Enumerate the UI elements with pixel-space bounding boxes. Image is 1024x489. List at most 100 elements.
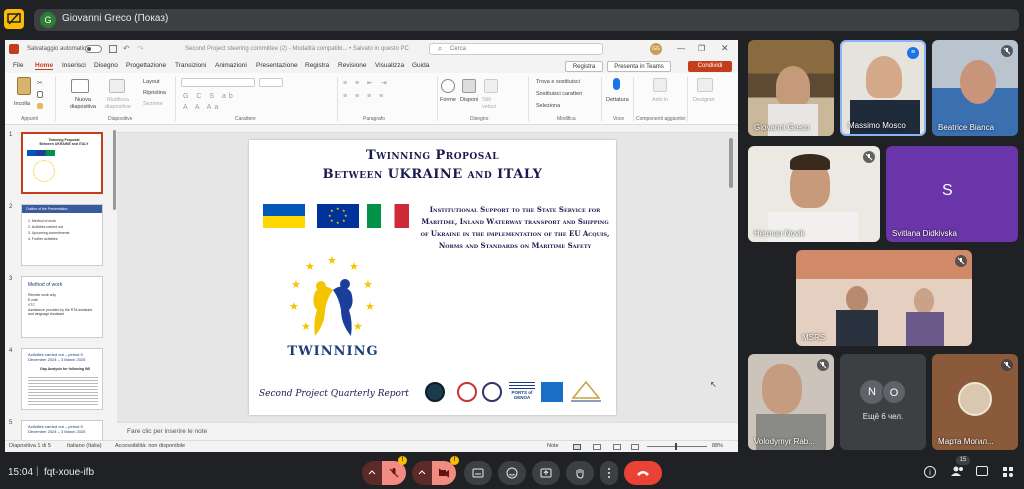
more-participants-tile[interactable]: N O Ещё 6 чел.	[840, 354, 926, 450]
undo-icon[interactable]: ↶	[123, 44, 130, 53]
group-addins: Componenti aggiuntivi	[636, 116, 686, 122]
participant-name: Марта Могил...	[938, 437, 994, 446]
slide-thumbnail-3[interactable]: Method of work Remote work only E-mail V…	[21, 276, 103, 338]
layout-button[interactable]: Layout	[143, 79, 160, 85]
notes-toggle[interactable]: Note	[547, 443, 559, 449]
slide-thumbnail-1[interactable]: Twinning Proposal Between UKRAINE and IT…	[21, 132, 103, 194]
tab-design[interactable]: Progettazione	[126, 62, 166, 69]
user-avatar[interactable]: GG	[650, 43, 662, 55]
font-color-icons[interactable]: A A Aa	[183, 104, 221, 111]
record-button[interactable]: Registra	[565, 61, 603, 72]
slide-thumbnail-4[interactable]: Activities carried out – period 9 Decemb…	[21, 348, 103, 410]
shapes-icon[interactable]	[441, 79, 455, 93]
tab-draw[interactable]: Disegno	[94, 62, 118, 69]
minimize-icon[interactable]: —	[677, 44, 685, 53]
font-style-icons[interactable]: G C S ab	[183, 93, 236, 100]
view-sorter-icon[interactable]	[593, 444, 601, 450]
save-icon[interactable]	[109, 45, 117, 53]
slide-thumbnail-2[interactable]: Outline of the Presentation 1. Method of…	[21, 204, 103, 266]
arrange-icon[interactable]	[462, 79, 476, 93]
tab-record[interactable]: Registra	[305, 62, 329, 69]
mic-options-button[interactable]	[362, 461, 382, 485]
restore-icon[interactable]: ❐	[698, 44, 705, 53]
accessibility-status[interactable]: Accessibilità: non disponibile	[115, 443, 185, 449]
notes-pane[interactable]: Fare clic per inserire le note	[117, 422, 738, 440]
slide-canvas[interactable]: Twinning Proposal Between UKRAINE and IT…	[249, 140, 616, 415]
tab-animations[interactable]: Animazioni	[215, 62, 247, 69]
slide-thumbnail-5[interactable]: Activities carried out – period 9 Decemb…	[21, 420, 103, 440]
participant-tile[interactable]: ≡ Massimo Mosco	[840, 40, 926, 136]
addins-icon[interactable]	[653, 78, 667, 92]
more-participants-label: Ещё 6 чел.	[862, 412, 904, 421]
tab-slideshow[interactable]: Presentazione	[256, 62, 298, 69]
tab-review[interactable]: Revisione	[338, 62, 367, 69]
redo-icon[interactable]: ↷	[137, 44, 144, 53]
share-button[interactable]: Condividi	[688, 61, 732, 72]
font-size-select[interactable]	[259, 78, 283, 87]
tab-home[interactable]: Home	[35, 62, 54, 70]
participant-tile[interactable]: S Svitlana Didkivska	[886, 146, 1018, 242]
paste-icon[interactable]	[17, 77, 31, 95]
autosave-toggle[interactable]	[85, 45, 102, 53]
designer-icon[interactable]	[697, 78, 713, 92]
ports-logo-waves	[509, 380, 535, 390]
present-button[interactable]	[532, 461, 560, 485]
replace-fonts-button[interactable]: Sostituisci caratteri	[536, 91, 582, 97]
tab-transitions[interactable]: Transizioni	[175, 62, 206, 69]
tab-help[interactable]: Guida	[412, 62, 429, 69]
thumbs-scrollbar[interactable]	[113, 130, 116, 210]
teams-button[interactable]: Presenta in Teams	[607, 61, 671, 72]
participant-name: Svitlana Didkivska	[892, 229, 957, 238]
reuse-slides-icon[interactable]	[109, 79, 125, 93]
font-family-select[interactable]	[181, 78, 255, 87]
format-painter-icon[interactable]	[37, 103, 43, 109]
editor-scrollbar[interactable]	[729, 138, 733, 188]
meeting-code[interactable]: fqt-xoue-ifb	[44, 467, 94, 478]
participant-tile[interactable]: MSRS	[796, 250, 972, 346]
activities-icon[interactable]	[1002, 465, 1014, 477]
reset-button[interactable]: Ripristina	[143, 90, 166, 96]
participant-tile[interactable]: Volodymyr Rab...	[748, 354, 834, 450]
mic-off-icon	[389, 468, 399, 478]
participant-tile[interactable]: Herman Novik	[748, 146, 880, 242]
view-slideshow-icon[interactable]	[631, 444, 639, 450]
participant-tile[interactable]: Марта Могил...	[932, 354, 1018, 450]
participant-tile[interactable]: Giovanni Greco	[748, 40, 834, 136]
search-placeholder: Cerca	[450, 46, 467, 52]
language-status[interactable]: Italiano (Italia)	[67, 443, 102, 449]
presentation-icon[interactable]	[4, 9, 24, 29]
select-button[interactable]: Seleziona	[536, 103, 560, 109]
microphone-icon[interactable]	[613, 78, 620, 90]
new-slide-icon[interactable]	[71, 79, 89, 93]
list-icons[interactable]: ≡ ≡ ⇤ ⇥	[343, 79, 390, 87]
copy-icon[interactable]	[37, 91, 43, 98]
align-icons[interactable]: ≡ ≡ ≡ ≡	[343, 93, 386, 100]
close-icon[interactable]: ✕	[721, 43, 729, 54]
section-button[interactable]: Sezione	[143, 101, 163, 107]
info-icon[interactable]: i	[924, 466, 936, 478]
leave-call-button[interactable]	[624, 461, 662, 485]
separator	[437, 77, 438, 121]
cut-icon[interactable]: ✂	[37, 79, 43, 87]
participant-video	[960, 60, 996, 104]
tab-file[interactable]: File	[13, 62, 23, 69]
zoom-level[interactable]: 88%	[712, 443, 723, 449]
more-options-button[interactable]	[600, 461, 618, 485]
emoji-icon	[506, 467, 518, 479]
captions-button[interactable]	[464, 461, 492, 485]
people-icon[interactable]	[950, 464, 966, 478]
zoom-slider[interactable]	[647, 443, 707, 450]
quick-styles-icon[interactable]	[484, 79, 498, 93]
raise-hand-button[interactable]	[566, 461, 594, 485]
chat-icon[interactable]	[976, 466, 988, 476]
find-button[interactable]: Trova e sostituisci	[536, 79, 580, 85]
camera-options-button[interactable]	[412, 461, 432, 485]
view-normal-icon[interactable]	[573, 444, 581, 450]
search-input[interactable]: ⌕ Cerca	[429, 43, 603, 55]
tab-insert[interactable]: Inserisci	[62, 62, 86, 69]
reactions-button[interactable]	[498, 461, 526, 485]
twinning-wordmark: TWINNING	[287, 344, 379, 359]
participant-tile[interactable]: Beatrice Bianca	[932, 40, 1018, 136]
view-reading-icon[interactable]	[613, 444, 621, 450]
tab-view[interactable]: Visualizza	[375, 62, 404, 69]
